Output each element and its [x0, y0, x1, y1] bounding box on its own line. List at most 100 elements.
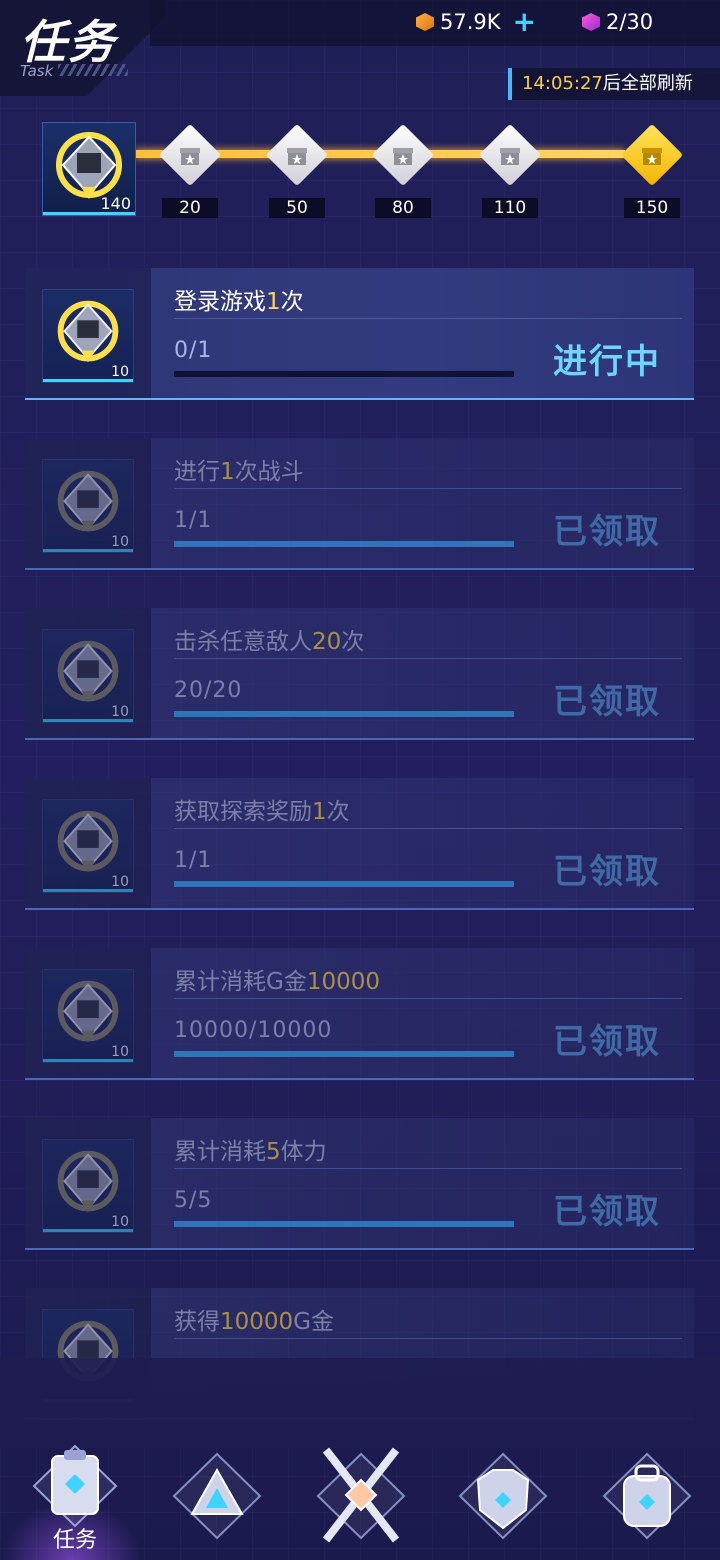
- activity-points-badge[interactable]: 140: [42, 122, 136, 216]
- task-name-text: 击杀任意敌人: [174, 629, 312, 655]
- task-reward-count: 10: [111, 1044, 129, 1060]
- task-progress-bar: [174, 371, 514, 377]
- task-name-number: 10000: [220, 1309, 294, 1335]
- task-progress-bar: [174, 711, 514, 717]
- page-subtitle: Task: [20, 62, 54, 80]
- task-bottom-line: [25, 568, 694, 570]
- task-name: 累计消耗G金10000: [174, 962, 380, 996]
- emblem-underline: [43, 1059, 133, 1062]
- task-reward-count: 10: [111, 874, 129, 890]
- task-icon-panel: 10: [25, 778, 151, 910]
- task-progress-fill: [174, 1051, 514, 1057]
- refresh-label: 后全部刷新: [602, 73, 693, 94]
- backpack-icon: [602, 1452, 692, 1540]
- task-name-number: 1: [220, 459, 235, 485]
- task-reward-emblem: 10: [42, 629, 134, 723]
- task-divider: [174, 998, 682, 999]
- milestone-chest[interactable]: [371, 123, 435, 189]
- nav-explore[interactable]: [162, 1440, 272, 1560]
- task-divider: [174, 1338, 682, 1339]
- milestone-chest[interactable]: [158, 123, 222, 189]
- task-progress-text: 1/1: [174, 508, 213, 533]
- task-name-number: 10000: [306, 969, 380, 995]
- task-reward-emblem: 10: [42, 799, 134, 893]
- triangle-icon: [172, 1452, 262, 1540]
- emblem-underline: [43, 549, 133, 552]
- coin-icon: [416, 13, 434, 31]
- gift-box-icon: [393, 148, 413, 165]
- task-name-suffix: 次战斗: [234, 459, 304, 485]
- task-name-text: 进行: [174, 459, 220, 485]
- task-progress-text: 0/1: [174, 338, 213, 363]
- gift-box-icon: [180, 148, 200, 165]
- title-block: 任务 Task: [0, 0, 165, 96]
- task-progress-text: 20/20: [174, 678, 243, 703]
- task-divider: [174, 828, 682, 829]
- task-reward-count: 10: [111, 364, 129, 380]
- task-name-text: 获得: [174, 1309, 220, 1335]
- task-bottom-line: [25, 398, 694, 400]
- list-fade: [0, 1358, 720, 1448]
- nav-mech[interactable]: [448, 1440, 558, 1560]
- refresh-timer: 14:05:27后全部刷新: [508, 68, 720, 100]
- task-status: 已领取: [553, 1192, 661, 1232]
- task-name: 获得10000G金: [174, 1302, 334, 1336]
- task-card[interactable]: 10 累计消耗G金10000 10000/10000 已领取: [25, 948, 694, 1080]
- task-card[interactable]: 10 累计消耗5体力 5/5 已领取: [25, 1118, 694, 1250]
- task-name-text: 获取探索奖励: [174, 799, 312, 825]
- emblem-underline: [43, 889, 133, 892]
- task-status: 已领取: [553, 852, 661, 892]
- add-coin-button[interactable]: +: [513, 8, 536, 36]
- nav-battle[interactable]: [306, 1440, 416, 1560]
- task-card[interactable]: 10 登录游戏1次 0/1 进行中: [25, 268, 694, 400]
- task-bottom-line: [25, 738, 694, 740]
- nav-tasks[interactable]: 任务: [20, 1440, 130, 1560]
- task-name-suffix: 次: [280, 289, 304, 315]
- task-name-number: 20: [312, 629, 342, 655]
- energy-count: 2/30: [606, 10, 654, 34]
- task-reward-emblem: 10: [42, 459, 134, 553]
- gift-box-icon: [287, 148, 307, 165]
- task-progress-bar: [174, 1221, 514, 1227]
- task-card[interactable]: 10 获取探索奖励1次 1/1 已领取: [25, 778, 694, 910]
- task-status[interactable]: 进行中: [553, 334, 661, 383]
- milestone-chest[interactable]: [265, 123, 329, 189]
- energy-icon: [582, 13, 600, 31]
- task-progress-fill: [174, 881, 514, 887]
- milestone-chest[interactable]: [478, 123, 542, 189]
- milestone-chest[interactable]: [620, 123, 684, 189]
- task-name-suffix: 体力: [280, 1139, 327, 1165]
- milestone-value: 20: [162, 198, 218, 218]
- activity-points-value: 140: [100, 194, 131, 213]
- mech-armor-icon: [458, 1452, 548, 1540]
- task-icon-panel: 10: [25, 948, 151, 1080]
- milestone-value: 50: [269, 198, 325, 218]
- task-card[interactable]: 10 进行1次战斗 1/1 已领取: [25, 438, 694, 570]
- milestone-value: 110: [482, 198, 538, 218]
- gift-box-icon: [500, 148, 520, 165]
- task-name-number: 5: [266, 1139, 281, 1165]
- task-name-suffix: G金: [293, 1309, 334, 1335]
- task-name: 登录游戏1次: [174, 282, 304, 316]
- task-name: 累计消耗5体力: [174, 1132, 327, 1166]
- task-progress-bar: [174, 541, 514, 547]
- task-reward-emblem: 10: [42, 289, 134, 383]
- task-icon-panel: 10: [25, 608, 151, 740]
- nav-bag[interactable]: [592, 1440, 702, 1560]
- task-name: 获取探索奖励1次: [174, 792, 350, 826]
- task-bottom-line: [25, 1078, 694, 1080]
- task-progress-bar: [174, 881, 514, 887]
- task-icon-panel: 10: [25, 438, 151, 570]
- badge-underline: [43, 212, 135, 215]
- task-progress-fill: [174, 1221, 514, 1227]
- task-status: 已领取: [553, 512, 661, 552]
- emblem-underline: [43, 719, 133, 722]
- bottom-nav: 任务: [0, 1440, 720, 1560]
- task-progress-fill: [174, 711, 514, 717]
- task-reward-emblem: 10: [42, 969, 134, 1063]
- nav-tasks-label: 任务: [52, 1528, 97, 1553]
- task-card[interactable]: 10 击杀任意敌人20次 20/20 已领取: [25, 608, 694, 740]
- task-name-suffix: 次: [341, 629, 365, 655]
- task-name: 击杀任意敌人20次: [174, 622, 364, 656]
- task-bottom-line: [25, 908, 694, 910]
